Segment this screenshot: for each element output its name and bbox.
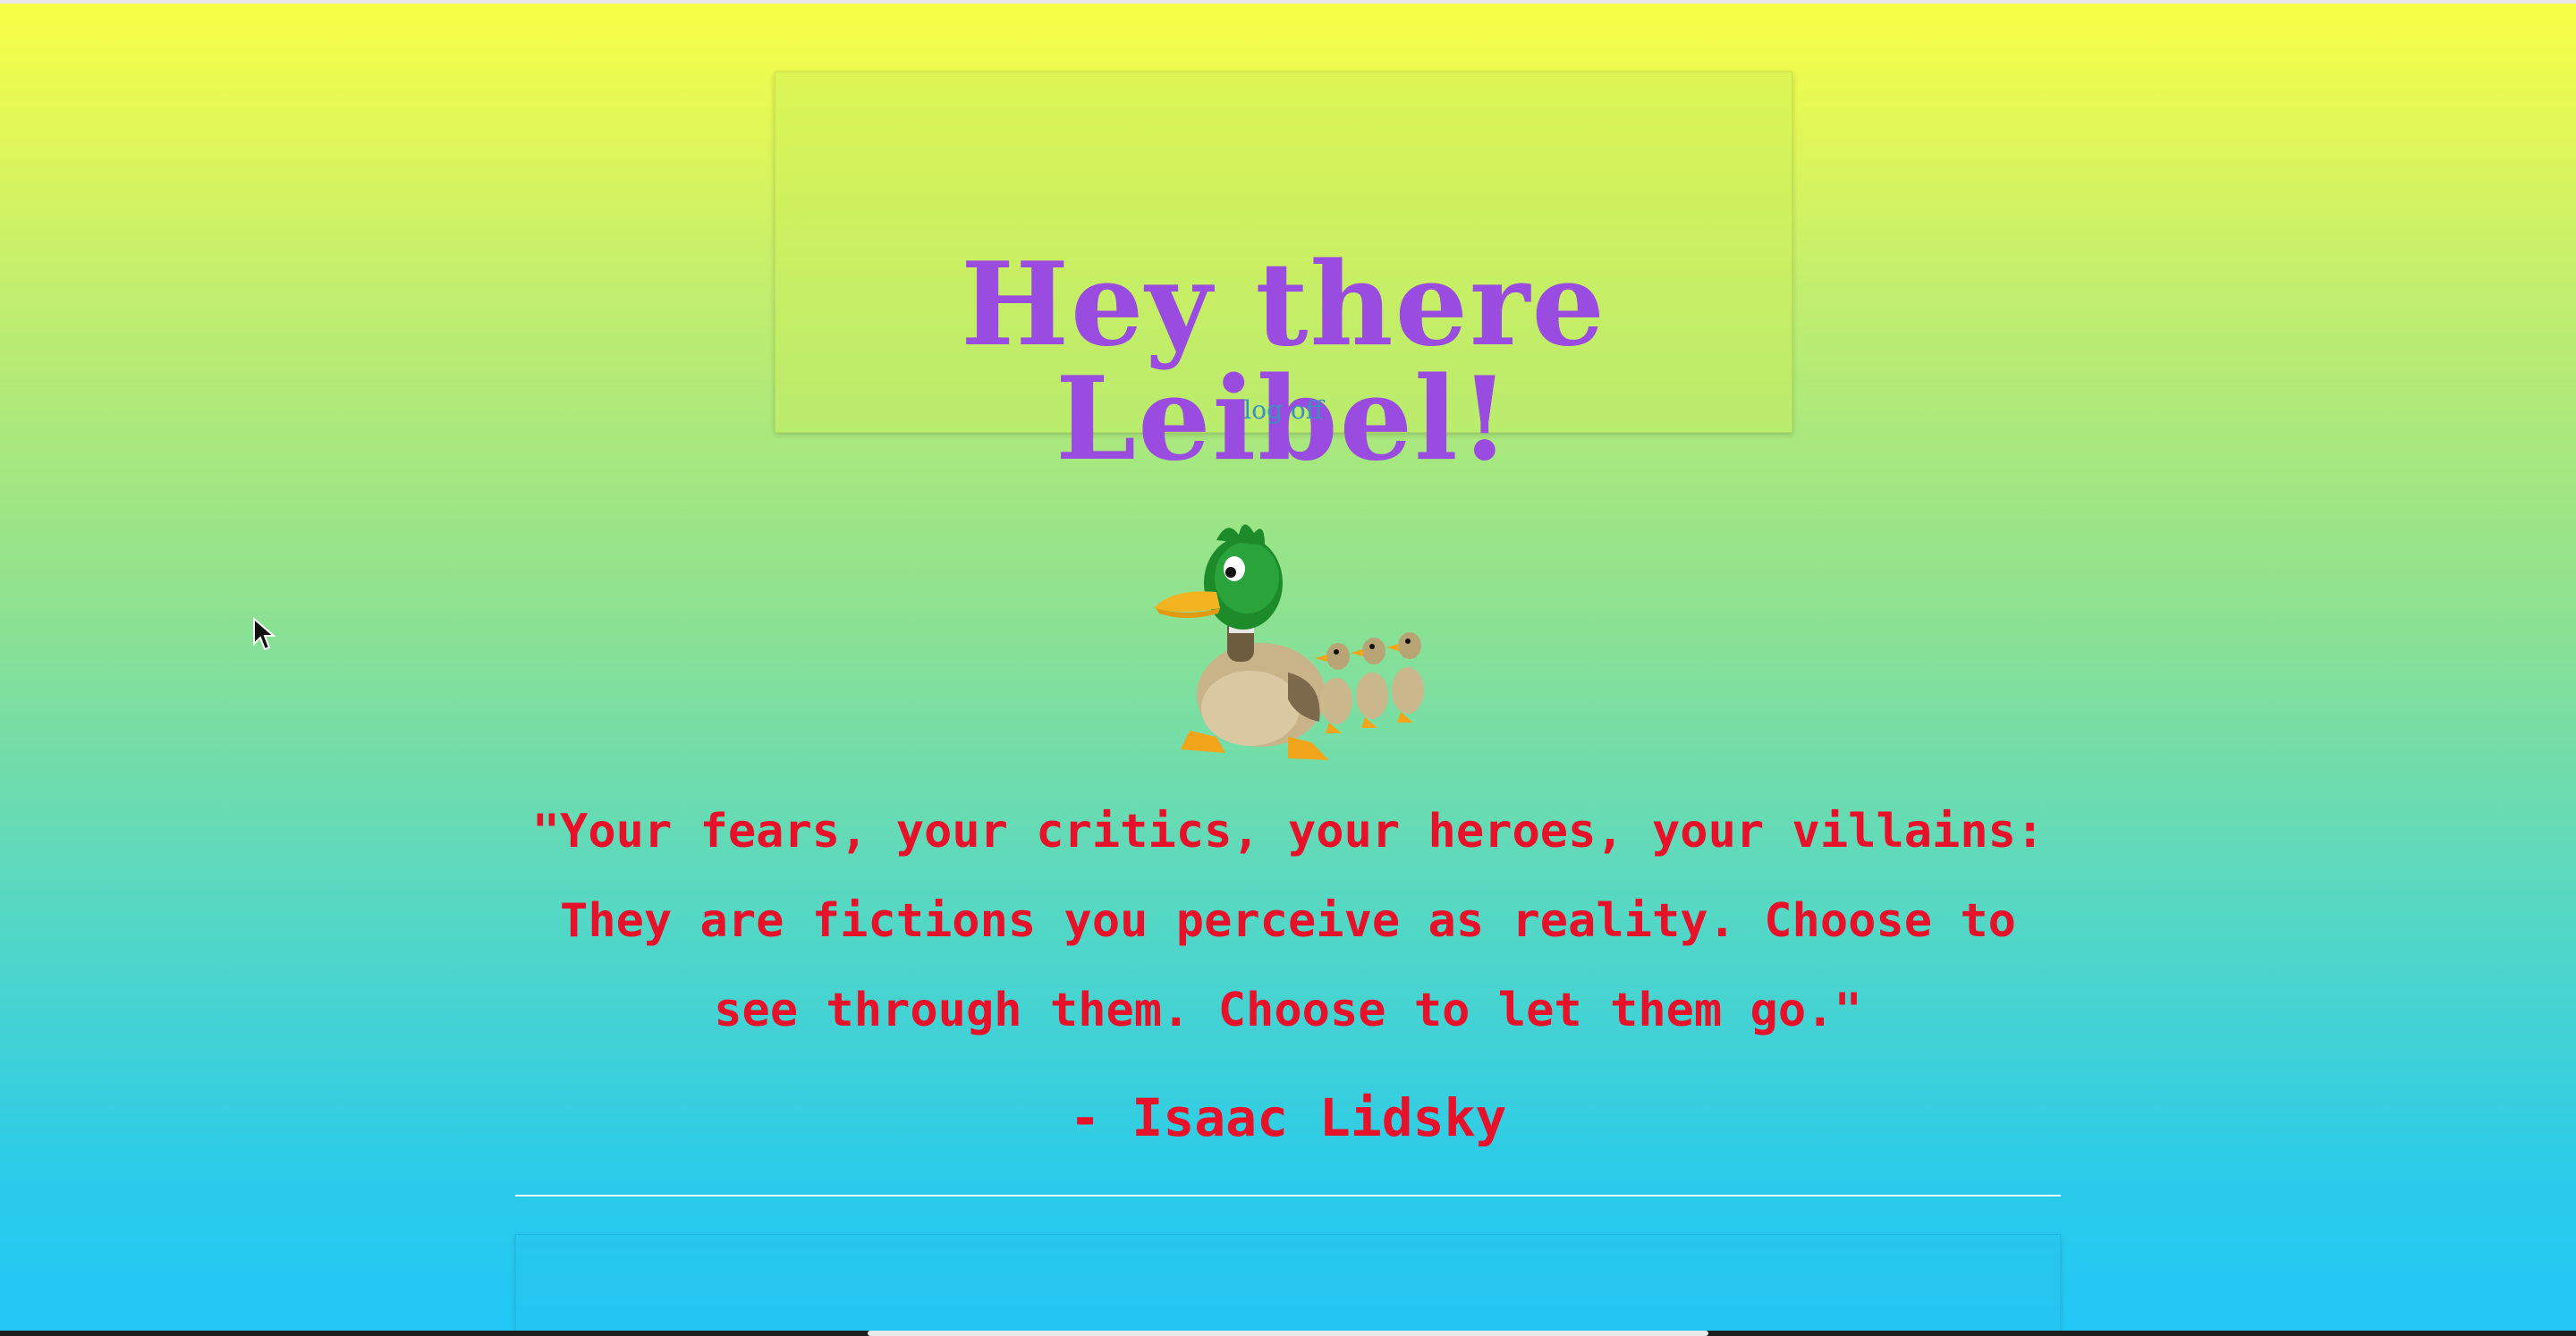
divider bbox=[515, 1195, 2061, 1196]
quote-text: "Your fears, your critics, your heroes, … bbox=[531, 805, 2045, 1037]
window-top-edge bbox=[0, 0, 2576, 4]
duckling-icon bbox=[1351, 638, 1388, 728]
greeting-title: Hey there Leibel! bbox=[961, 238, 1606, 486]
log-off-link[interactable]: log off bbox=[775, 398, 1792, 423]
horizontal-scrollbar-thumb[interactable] bbox=[868, 1331, 1708, 1336]
duck-family-icon bbox=[1154, 524, 1424, 760]
greeting-card: Hey there Leibel! log off bbox=[775, 72, 1792, 477]
quote-author: - Isaac Lidsky bbox=[1069, 1087, 1507, 1148]
mallard-icon bbox=[1154, 524, 1329, 760]
content-card bbox=[515, 1234, 2061, 1336]
duckling-icon bbox=[1386, 632, 1424, 723]
mouse-cursor-icon bbox=[253, 617, 275, 651]
